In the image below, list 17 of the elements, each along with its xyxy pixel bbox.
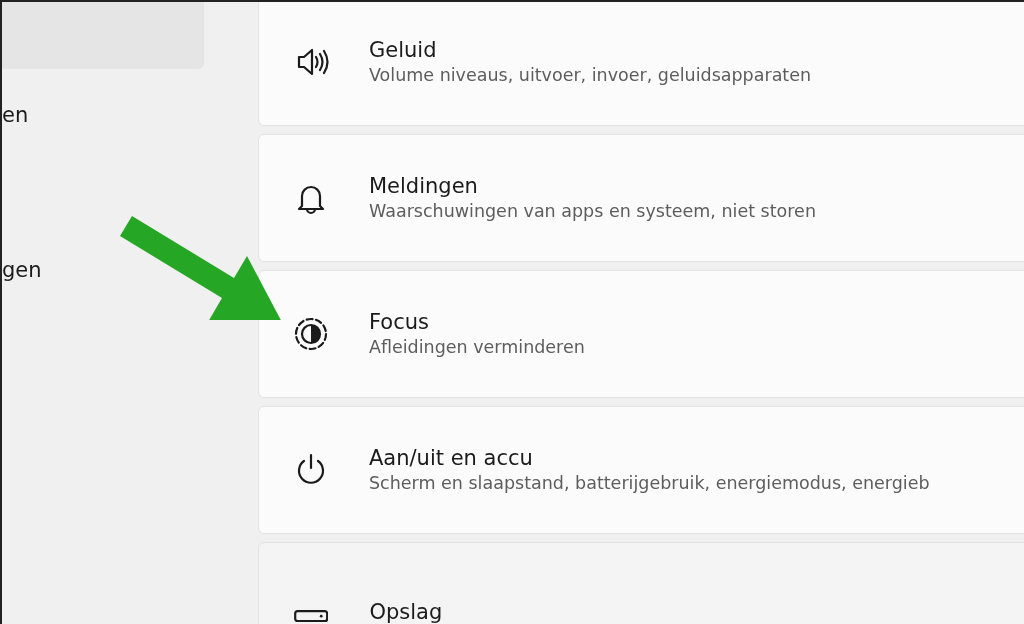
- setting-description: Afleidingen verminderen: [369, 336, 585, 359]
- setting-title: Opslag: [369, 599, 443, 624]
- setting-description: Scherm en slaapstand, batterijgebruik, energiemodus, energieb: [369, 472, 930, 495]
- settings-card[interactable]: Aan/uit en accu Scherm en slaapstand, batterijgebruik, energiemodus, energieb: [258, 406, 1024, 534]
- hard-drive-icon: [294, 609, 329, 623]
- settings-card[interactable]: Focus Afleidingen verminderen: [258, 270, 1024, 398]
- setting-title: Aan/uit en accu: [369, 444, 534, 472]
- setting-description: Waarschuwingen van apps en systeem, niet storen: [369, 200, 816, 223]
- settings-card[interactable]: Meldingen Waarschuwingen van apps en systeem, niet storen: [258, 134, 1024, 262]
- setting-title: Meldingen: [369, 172, 479, 200]
- settings-card[interactable]: Geluid Volume niveaus, uitvoer, invoer, geluidsapparaten: [258, 2, 1024, 126]
- setting-description: Volume niveaus, uitvoer, invoer, geluidsapparaten: [369, 64, 812, 87]
- setting-title: Geluid: [369, 36, 438, 64]
- settings-card[interactable]: Opslag: [258, 542, 1024, 624]
- setting-title: Focus: [369, 308, 430, 336]
- sidebar-item[interactable]: gen: [2, 260, 258, 281]
- sidebar-item[interactable]: en: [2, 105, 258, 126]
